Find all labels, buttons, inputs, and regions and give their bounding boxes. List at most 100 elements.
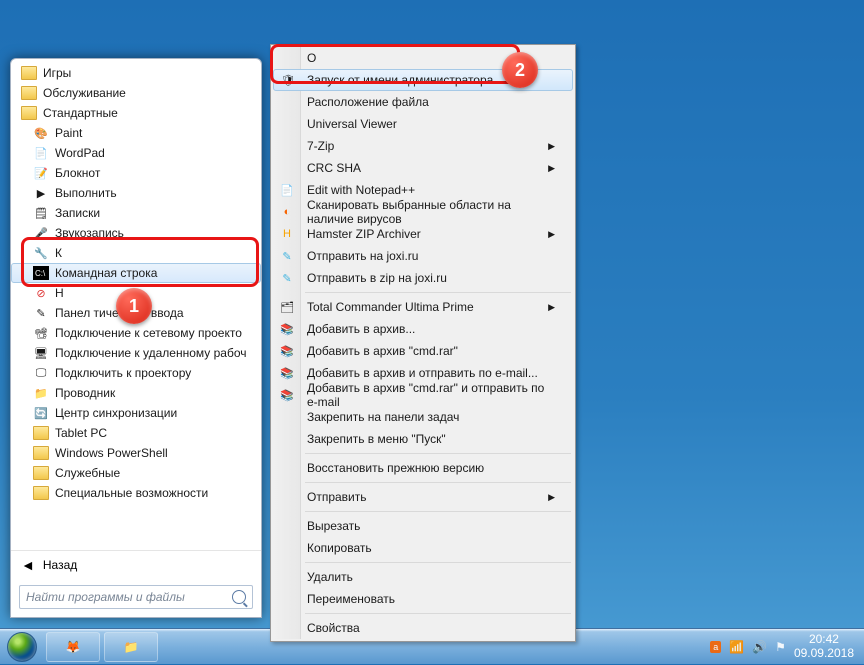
folder-icon: [21, 106, 37, 120]
menu-separator: [305, 292, 571, 293]
menu-separator: [305, 482, 571, 483]
ctx-label: Отправить в zip на joxi.ru: [307, 271, 447, 285]
program-truncated-1[interactable]: 🔧К: [11, 243, 261, 263]
ctx-label: 7-Zip: [307, 139, 334, 153]
ctx-pin-taskbar[interactable]: Закрепить на панели задач: [273, 406, 573, 428]
sync-icon: 🔄: [33, 405, 49, 421]
hamster-icon: H: [279, 226, 295, 242]
ctx-pin-start[interactable]: Закрепить в меню "Пуск": [273, 428, 573, 450]
start-button[interactable]: [0, 629, 44, 665]
ctx-label: Закрепить на панели задач: [307, 410, 459, 424]
folder-tablet-pc[interactable]: Tablet PC: [11, 423, 261, 443]
folder-label: Игры: [43, 66, 71, 80]
ctx-7zip[interactable]: 7-Zip ▶: [273, 135, 573, 157]
program-label: Командная строка: [55, 266, 157, 280]
back-arrow-icon: ◄: [21, 557, 35, 573]
ctx-properties[interactable]: Свойства: [273, 617, 573, 639]
menu-separator: [305, 511, 571, 512]
shield-icon: 🛡: [280, 72, 296, 88]
ctx-label: Свойства: [307, 621, 360, 635]
program-sync-center[interactable]: 🔄Центр синхронизации: [11, 403, 261, 423]
taskbar-explorer[interactable]: 📁: [104, 632, 158, 662]
program-run[interactable]: ▶ Выполнить: [11, 183, 261, 203]
ctx-delete[interactable]: Удалить: [273, 566, 573, 588]
volume-icon[interactable]: 🔊: [752, 640, 767, 654]
search-input[interactable]: Найти программы и файлы: [19, 585, 253, 609]
ctx-rename[interactable]: Переименовать: [273, 588, 573, 610]
totalcmd-icon: 🗂: [279, 299, 295, 315]
ctx-universal-viewer[interactable]: Universal Viewer: [273, 113, 573, 135]
joxi-icon: ✎: [279, 248, 295, 264]
mic-icon: 🎤: [33, 225, 49, 241]
program-sound-recorder[interactable]: 🎤Звукозапись: [11, 223, 261, 243]
ctx-label: Удалить: [307, 570, 353, 584]
chevron-right-icon: ▶: [548, 141, 555, 152]
folder-icon: [33, 426, 49, 440]
ctx-file-location[interactable]: Расположение файла: [273, 91, 573, 113]
folder-icon: [33, 486, 49, 500]
folder-accessibility[interactable]: Специальные возможности: [11, 483, 261, 503]
action-center-icon[interactable]: ⚑: [775, 640, 786, 654]
program-connect-proj[interactable]: 🖵Подключить к проектору: [11, 363, 261, 383]
ctx-send-to[interactable]: Отправить ▶: [273, 486, 573, 508]
avast-tray-icon[interactable]: a: [710, 641, 721, 653]
program-connect-remote[interactable]: 🖥Подключение к удаленному рабоч: [11, 343, 261, 363]
ctx-label: Закрепить в меню "Пуск": [307, 432, 446, 446]
ctx-scan-virus[interactable]: ◐Сканировать выбранные области на наличи…: [273, 201, 573, 223]
ctx-label: Добавить в архив...: [307, 322, 415, 336]
winrar-icon: 📚: [279, 387, 295, 403]
folder-games[interactable]: Игры: [11, 63, 261, 83]
ctx-total-commander[interactable]: 🗂Total Commander Ultima Prime▶: [273, 296, 573, 318]
ctx-label: Edit with Notepad++: [307, 183, 415, 197]
folder-label: Tablet PC: [55, 426, 107, 440]
program-explorer[interactable]: 📁Проводник: [11, 383, 261, 403]
program-notepad[interactable]: 📝Блокнот: [11, 163, 261, 183]
projector-icon: 🖵: [33, 365, 49, 381]
chevron-right-icon: ▶: [548, 229, 555, 240]
program-notes[interactable]: 🗒Записки: [11, 203, 261, 223]
ctx-copy[interactable]: Копировать: [273, 537, 573, 559]
ctx-restore-previous[interactable]: Восстановить прежнюю версию: [273, 457, 573, 479]
program-connect-netproj[interactable]: 📽Подключение к сетевому проекто: [11, 323, 261, 343]
tablet-icon: ✎: [33, 305, 49, 321]
ctx-add-cmd-send[interactable]: 📚Добавить в архив "cmd.rar" и отправить …: [273, 384, 573, 406]
notepad-icon: 📝: [33, 165, 49, 181]
run-icon: ▶: [33, 185, 49, 201]
annotation-badge-2: 2: [502, 52, 538, 88]
program-label: Выполнить: [55, 186, 117, 200]
ctx-add-archive[interactable]: 📚 Добавить в архив...: [273, 318, 573, 340]
program-wordpad[interactable]: 📄WordPad: [11, 143, 261, 163]
back-button[interactable]: ◄ Назад: [11, 550, 261, 579]
network-icon[interactable]: 📶: [729, 640, 744, 654]
folder-accessories[interactable]: Стандартные: [11, 103, 261, 123]
folder-maintenance[interactable]: Обслуживание: [11, 83, 261, 103]
winrar-icon: 📚: [279, 321, 295, 337]
ctx-hamster[interactable]: H Hamster ZIP Archiver ▶: [273, 223, 573, 245]
folder-label: Обслуживание: [43, 86, 126, 100]
winrar-icon: 📚: [279, 365, 295, 381]
program-cmd[interactable]: C:\Командная строка: [11, 263, 261, 283]
program-label: Проводник: [55, 386, 115, 400]
chevron-right-icon: ▶: [548, 492, 555, 503]
clock[interactable]: 20:42 09.09.2018: [794, 633, 854, 661]
ctx-label: Расположение файла: [307, 95, 429, 109]
ctx-label: Отправить: [307, 490, 367, 504]
ctx-label: Добавить в архив "cmd.rar": [307, 344, 458, 358]
taskbar-firefox[interactable]: 🦊: [46, 632, 100, 662]
ctx-cut[interactable]: Вырезать: [273, 515, 573, 537]
folder-icon: [33, 446, 49, 460]
generic-icon: ⊘: [33, 285, 49, 301]
folder-system-tools[interactable]: Служебные: [11, 463, 261, 483]
ctx-crc-sha[interactable]: CRC SHA▶: [273, 157, 573, 179]
ctx-joxi[interactable]: ✎Отправить на joxi.ru: [273, 245, 573, 267]
avast-icon: ◐: [279, 204, 295, 220]
firefox-icon: 🦊: [66, 640, 81, 654]
ctx-add-cmd-rar[interactable]: 📚Добавить в архив "cmd.rar": [273, 340, 573, 362]
program-paint[interactable]: 🎨Paint: [11, 123, 261, 143]
projector-icon: 📽: [33, 325, 49, 341]
folder-icon: [21, 86, 37, 100]
ctx-label: Hamster ZIP Archiver: [307, 227, 421, 241]
program-label: К: [55, 246, 62, 260]
ctx-joxi-zip[interactable]: ✎Отправить в zip на joxi.ru: [273, 267, 573, 289]
folder-powershell[interactable]: Windows PowerShell: [11, 443, 261, 463]
